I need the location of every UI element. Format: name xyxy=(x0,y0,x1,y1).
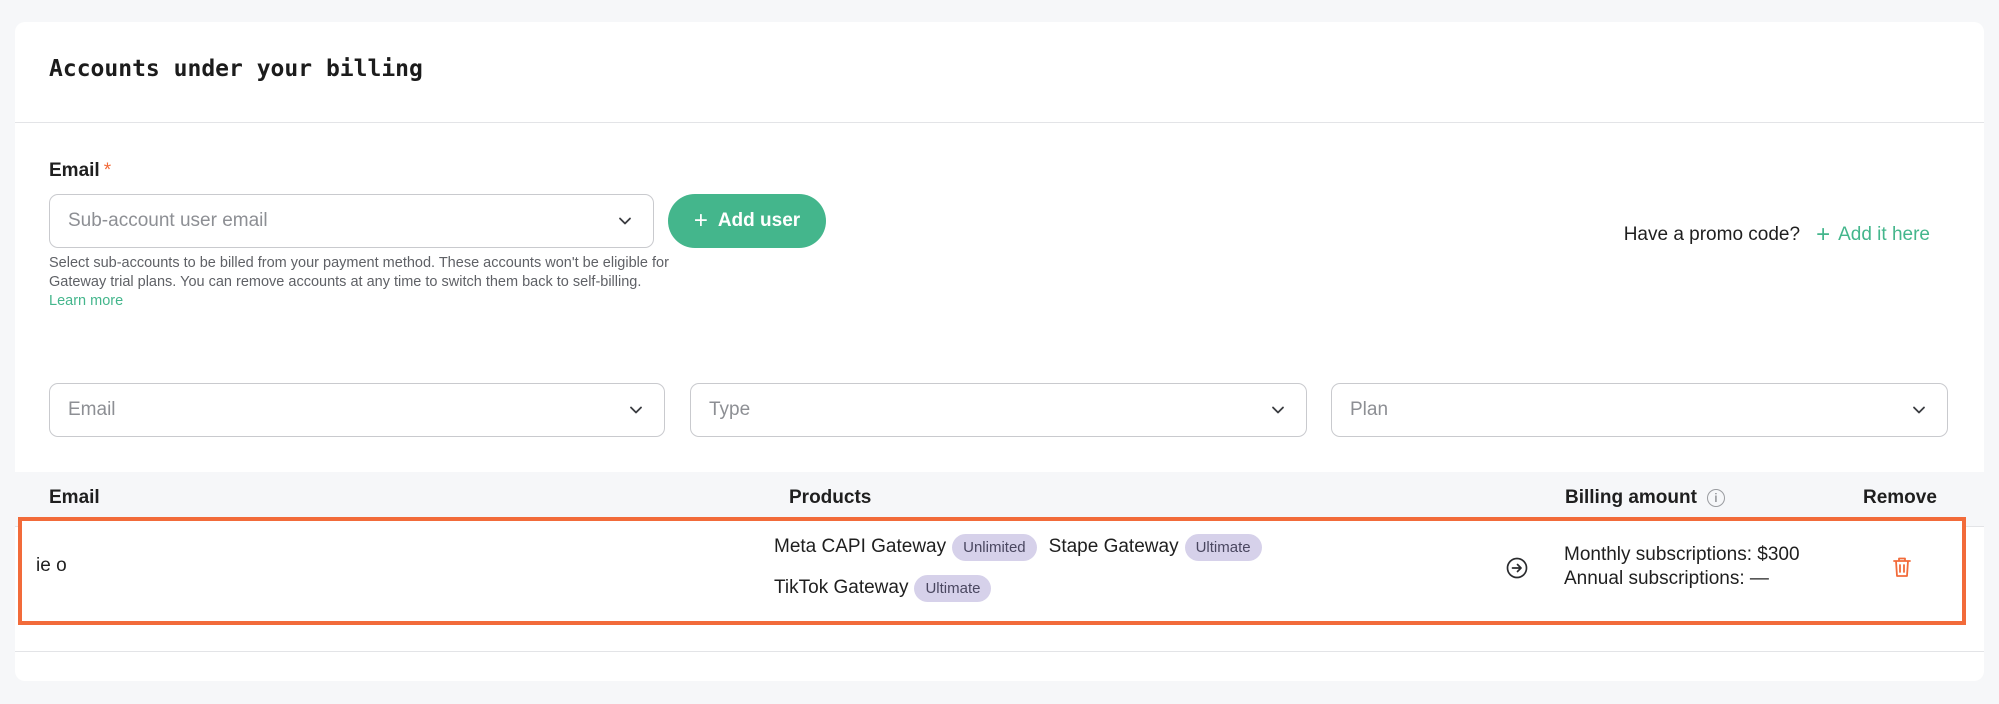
email-label-text: Email xyxy=(49,160,100,181)
email-filter-placeholder: Email xyxy=(68,399,116,420)
billing-annual: Annual subscriptions: — xyxy=(1564,568,1769,589)
column-products: Products xyxy=(789,487,872,508)
row-products: Meta CAPI Gateway Unlimited Stape Gatewa… xyxy=(774,531,1494,613)
column-billing-label: Billing amount xyxy=(1565,487,1697,508)
product-item: Stape Gateway Ultimate xyxy=(1048,533,1262,561)
chevron-down-icon xyxy=(1272,406,1284,414)
plan-badge: Ultimate xyxy=(1184,533,1262,561)
chevron-down-icon xyxy=(619,217,631,225)
required-mark: * xyxy=(103,160,112,181)
plus-icon: + xyxy=(1816,221,1831,248)
type-filter-select[interactable]: Type xyxy=(690,383,1307,437)
sub-account-email-placeholder: Sub-account user email xyxy=(68,210,268,231)
plus-icon: + xyxy=(693,207,708,234)
promo-question: Have a promo code? xyxy=(1623,224,1801,245)
plan-badge: Unlimited xyxy=(952,533,1037,561)
products-line: Meta CAPI Gateway Unlimited Stape Gatewa… xyxy=(774,531,1494,563)
product-name: TikTok Gateway xyxy=(774,577,909,598)
billing-monthly: Monthly subscriptions: $300 xyxy=(1564,544,1800,565)
product-item: Meta CAPI Gateway Unlimited xyxy=(774,533,1037,561)
trash-icon[interactable] xyxy=(1891,555,1913,579)
type-filter-placeholder: Type xyxy=(709,399,751,420)
divider xyxy=(15,651,1984,652)
learn-more-link[interactable]: Learn more xyxy=(49,293,123,309)
arrow-right-circle-icon[interactable] xyxy=(1506,557,1528,579)
plan-badge: Ultimate xyxy=(914,574,992,602)
email-label: Email * xyxy=(49,160,111,182)
add-promo-link[interactable]: + Add it here xyxy=(1816,223,1930,247)
email-filter-select[interactable]: Email xyxy=(49,383,665,437)
plan-filter-select[interactable]: Plan xyxy=(1331,383,1948,437)
divider xyxy=(15,122,1984,123)
product-item: TikTok Gateway Ultimate xyxy=(774,574,992,602)
section-title: Accounts under your billing xyxy=(49,56,423,82)
plan-filter-placeholder: Plan xyxy=(1350,399,1389,420)
promo-code: Have a promo code? + Add it here xyxy=(1624,223,1930,247)
column-billing: Billing amount i xyxy=(1565,487,1725,509)
sub-account-email-select[interactable]: Sub-account user email xyxy=(49,194,654,248)
column-email: Email xyxy=(49,487,100,508)
products-line: TikTok Gateway Ultimate xyxy=(774,572,1494,604)
column-remove: Remove xyxy=(1863,487,1937,508)
add-promo-label: Add it here xyxy=(1838,224,1930,245)
info-icon[interactable]: i xyxy=(1706,489,1725,507)
row-billing: Monthly subscriptions: $300 Annual subsc… xyxy=(1564,543,1800,591)
chevron-down-icon xyxy=(1913,406,1925,414)
help-text: Select sub-accounts to be billed from yo… xyxy=(49,254,669,311)
chevron-down-icon xyxy=(630,406,642,414)
help-text-body: Select sub-accounts to be billed from yo… xyxy=(49,255,669,290)
add-user-button[interactable]: + Add user xyxy=(668,194,826,248)
add-user-label: Add user xyxy=(717,210,801,231)
table-row: ie o Meta CAPI Gateway Unlimited Stape G… xyxy=(18,517,1966,625)
row-email: ie o xyxy=(36,555,67,576)
product-name: Meta CAPI Gateway xyxy=(774,536,947,557)
product-name: Stape Gateway xyxy=(1048,536,1179,557)
